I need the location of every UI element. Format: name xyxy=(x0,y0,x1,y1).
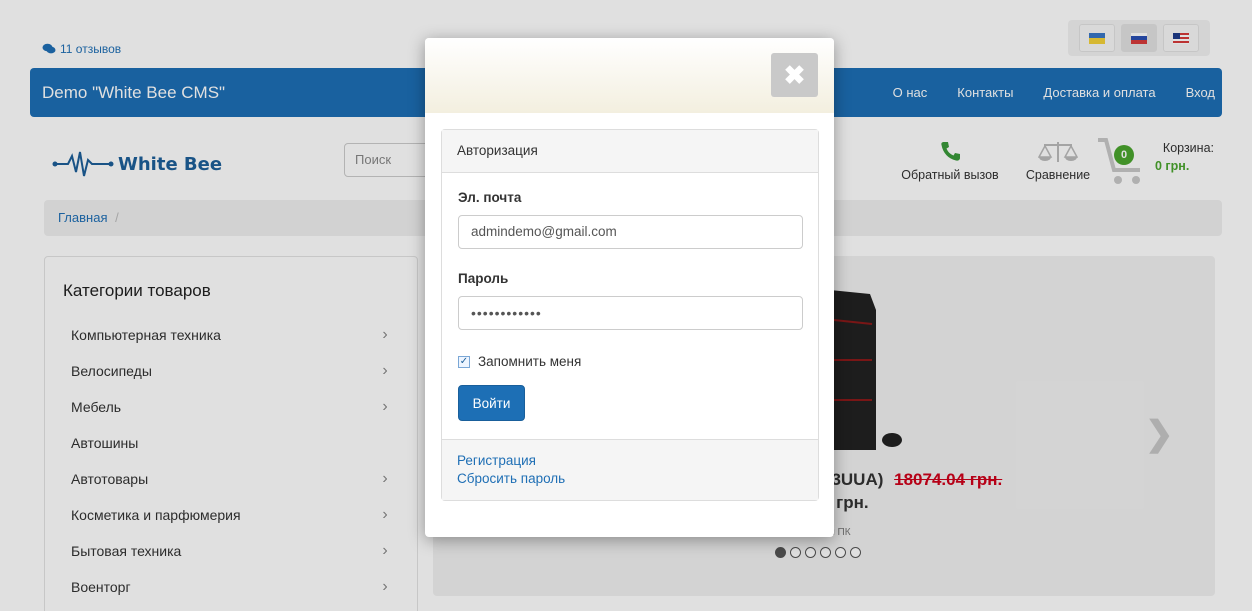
password-label: Пароль xyxy=(458,271,509,286)
register-link[interactable]: Регистрация xyxy=(457,452,803,470)
auth-panel: Авторизация Эл. почта admindemo@gmail.co… xyxy=(441,129,819,501)
email-field[interactable]: admindemo@gmail.com xyxy=(458,215,803,249)
login-modal: ✖ Авторизация Эл. почта admindemo@gmail.… xyxy=(425,38,834,537)
remember-label: Запомнить меня xyxy=(478,354,582,369)
modal-header: ✖ xyxy=(425,38,834,113)
remember-checkbox[interactable]: ✓ xyxy=(458,355,470,368)
email-label: Эл. почта xyxy=(458,190,522,205)
close-icon: ✖ xyxy=(783,59,806,90)
close-button[interactable]: ✖ xyxy=(771,53,818,97)
login-button[interactable]: Войти xyxy=(458,385,525,421)
auth-form: Эл. почта admindemo@gmail.com Пароль •••… xyxy=(442,173,818,439)
auth-panel-footer: Регистрация Сбросить пароль xyxy=(442,439,818,500)
password-field[interactable]: •••••••••••• xyxy=(458,296,803,330)
auth-panel-title: Авторизация xyxy=(442,130,818,173)
remember-me[interactable]: ✓ Запомнить меня xyxy=(458,354,802,369)
reset-password-link[interactable]: Сбросить пароль xyxy=(457,470,803,488)
